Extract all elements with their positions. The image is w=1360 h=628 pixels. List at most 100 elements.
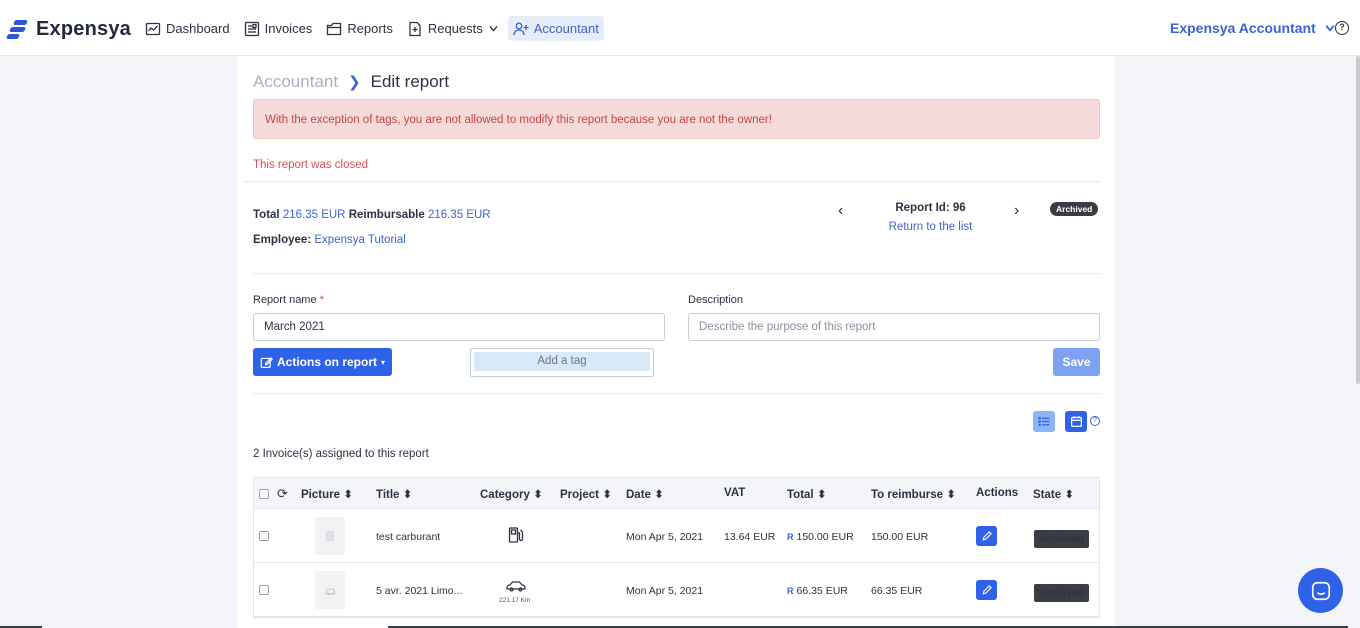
user-menu[interactable]: Expensya Accountant — [1170, 20, 1336, 36]
table-header: ⟳ Picture ⬍ Title ⬍ Category ⬍ Project ⬍… — [254, 478, 1099, 509]
invoice-date: Mon Apr 5, 2021 — [626, 531, 704, 543]
logo-mark-icon — [6, 19, 28, 41]
report-name-input[interactable]: March 2021 — [253, 313, 665, 341]
document-icon — [326, 531, 334, 541]
total-label: Total — [253, 209, 280, 221]
report-name-label: Report name * — [253, 294, 324, 306]
chat-launcher-button[interactable] — [1298, 568, 1343, 613]
total-value: 216.35 EUR — [282, 209, 346, 221]
invoice-state-badge: Archived — [1034, 530, 1089, 548]
reimbursable-value: 216.35 EUR — [427, 209, 491, 221]
row-checkbox[interactable] — [259, 531, 269, 541]
next-report-icon[interactable]: › — [1014, 202, 1019, 220]
table-row[interactable]: 5 avr. 2021 Limo... 221.17 Km Mon Apr 5,… — [254, 563, 1099, 617]
nav-dashboard[interactable]: Dashboard — [140, 16, 235, 41]
edit-invoice-button[interactable] — [976, 526, 997, 546]
employee-label: Employee: — [253, 234, 312, 246]
help-icon[interactable]: ? — [1335, 21, 1349, 35]
invoice-total: R 150.00 EUR — [787, 531, 854, 543]
nav-dashboard-label: Dashboard — [166, 21, 230, 36]
chevron-down-icon — [489, 25, 498, 32]
col-to-reimburse[interactable]: To reimburse ⬍ — [871, 487, 956, 501]
divider — [253, 393, 1100, 394]
invoice-date: Mon Apr 5, 2021 — [626, 585, 704, 597]
sort-icon: ⬍ — [602, 489, 612, 501]
pencil-icon — [981, 585, 992, 595]
invoice-to-reimburse: 150.00 EUR — [871, 531, 929, 543]
calendar-view-toggle[interactable] — [1065, 411, 1087, 432]
col-category-label: Category — [480, 489, 530, 501]
breadcrumb: Accountant ❯ Edit report — [253, 72, 449, 92]
nav-invoices[interactable]: Invoices — [239, 16, 318, 41]
col-date[interactable]: Date ⬍ — [626, 487, 664, 501]
status-badge: Archived — [1050, 202, 1099, 216]
caret-down-icon: ▾ — [381, 357, 386, 367]
invoice-title[interactable]: test carburant — [376, 531, 440, 543]
col-picture[interactable]: Picture ⬍ — [301, 487, 353, 501]
col-total[interactable]: Total ⬍ — [787, 487, 826, 501]
employee-value[interactable]: Expensya Tutorial — [314, 234, 405, 246]
top-navigation-bar: Expensya Dashboard Invoices Reports Requ… — [0, 0, 1360, 56]
invoice-thumbnail[interactable] — [315, 571, 345, 609]
edit-invoice-button[interactable] — [976, 580, 997, 600]
app-logo[interactable]: Expensya — [6, 18, 131, 41]
sort-icon: ⬍ — [343, 489, 353, 501]
row-checkbox[interactable] — [259, 585, 269, 595]
fuel-pump-icon — [508, 527, 524, 543]
description-input[interactable]: Describe the purpose of this report — [688, 313, 1100, 341]
user-name: Expensya Accountant — [1170, 20, 1316, 36]
pencil-icon — [981, 531, 992, 541]
chart-icon — [145, 22, 161, 35]
select-all-checkbox[interactable] — [259, 489, 269, 499]
tag-input[interactable]: Add a tag — [470, 348, 654, 377]
page-scrollbar[interactable] — [1356, 56, 1360, 384]
col-category[interactable]: Category ⬍ — [480, 487, 543, 501]
col-vat: VAT — [724, 487, 746, 499]
breadcrumb-parent[interactable]: Accountant — [253, 72, 338, 92]
col-title[interactable]: Title ⬍ — [376, 487, 412, 501]
actions-on-report-label: Actions on report — [276, 355, 377, 369]
refresh-icon[interactable]: ⟳ — [277, 486, 288, 502]
col-project[interactable]: Project ⬍ — [560, 487, 612, 501]
invoice-thumbnail[interactable] — [315, 517, 345, 555]
save-button[interactable]: Save — [1053, 348, 1100, 376]
invoice-title[interactable]: 5 avr. 2021 Limo... — [376, 585, 462, 597]
receipt-icon — [244, 21, 259, 36]
report-id: Report Id: 96 — [895, 202, 966, 214]
col-picture-label: Picture — [301, 489, 340, 501]
page-title: Edit report — [370, 72, 450, 91]
edit-icon — [260, 356, 273, 368]
sort-icon: ⬍ — [1064, 489, 1074, 501]
reimbursable-mark: R — [787, 586, 794, 596]
required-mark: * — [319, 294, 324, 306]
col-project-label: Project — [560, 489, 599, 501]
col-state-label: State — [1033, 489, 1062, 501]
chevron-right-icon: ❯ — [348, 74, 361, 91]
view-help-icon[interactable]: ? — [1090, 416, 1100, 426]
car-icon — [506, 581, 526, 592]
divider — [243, 181, 1100, 182]
nav-accountant[interactable]: Accountant — [507, 16, 604, 41]
description-label: Description — [688, 294, 744, 306]
return-to-list-link[interactable]: Return to the list — [838, 221, 1023, 233]
invoice-count: 2 Invoice(s) assigned to this report — [253, 448, 429, 460]
invoice-vat: 13.64 EUR — [724, 531, 776, 543]
alert-text: With the exception of tags, you are not … — [265, 114, 772, 126]
closed-note: This report was closed — [253, 159, 369, 171]
app-name: Expensya — [36, 18, 131, 40]
invoice-total: R 66.35 EUR — [787, 585, 848, 597]
sort-icon: ⬍ — [946, 489, 956, 501]
nav-reports[interactable]: Reports — [321, 16, 398, 41]
list-view-toggle[interactable] — [1033, 411, 1055, 432]
report-editor: Accountant ❯ Edit report With the except… — [238, 56, 1115, 628]
actions-on-report-button[interactable]: Actions on report ▾ — [253, 348, 392, 376]
report-name-label-text: Report name — [253, 294, 317, 306]
sort-icon: ⬍ — [533, 489, 543, 501]
user-plus-icon — [513, 22, 529, 35]
list-icon — [1037, 416, 1049, 427]
reimbursable-label: Reimbursable — [348, 209, 425, 221]
col-state[interactable]: State ⬍ — [1033, 487, 1074, 501]
table-row[interactable]: test carburant Mon Apr 5, 2021 13.64 EUR… — [254, 509, 1099, 563]
divider — [253, 273, 1100, 274]
nav-requests[interactable]: Requests — [402, 16, 504, 41]
